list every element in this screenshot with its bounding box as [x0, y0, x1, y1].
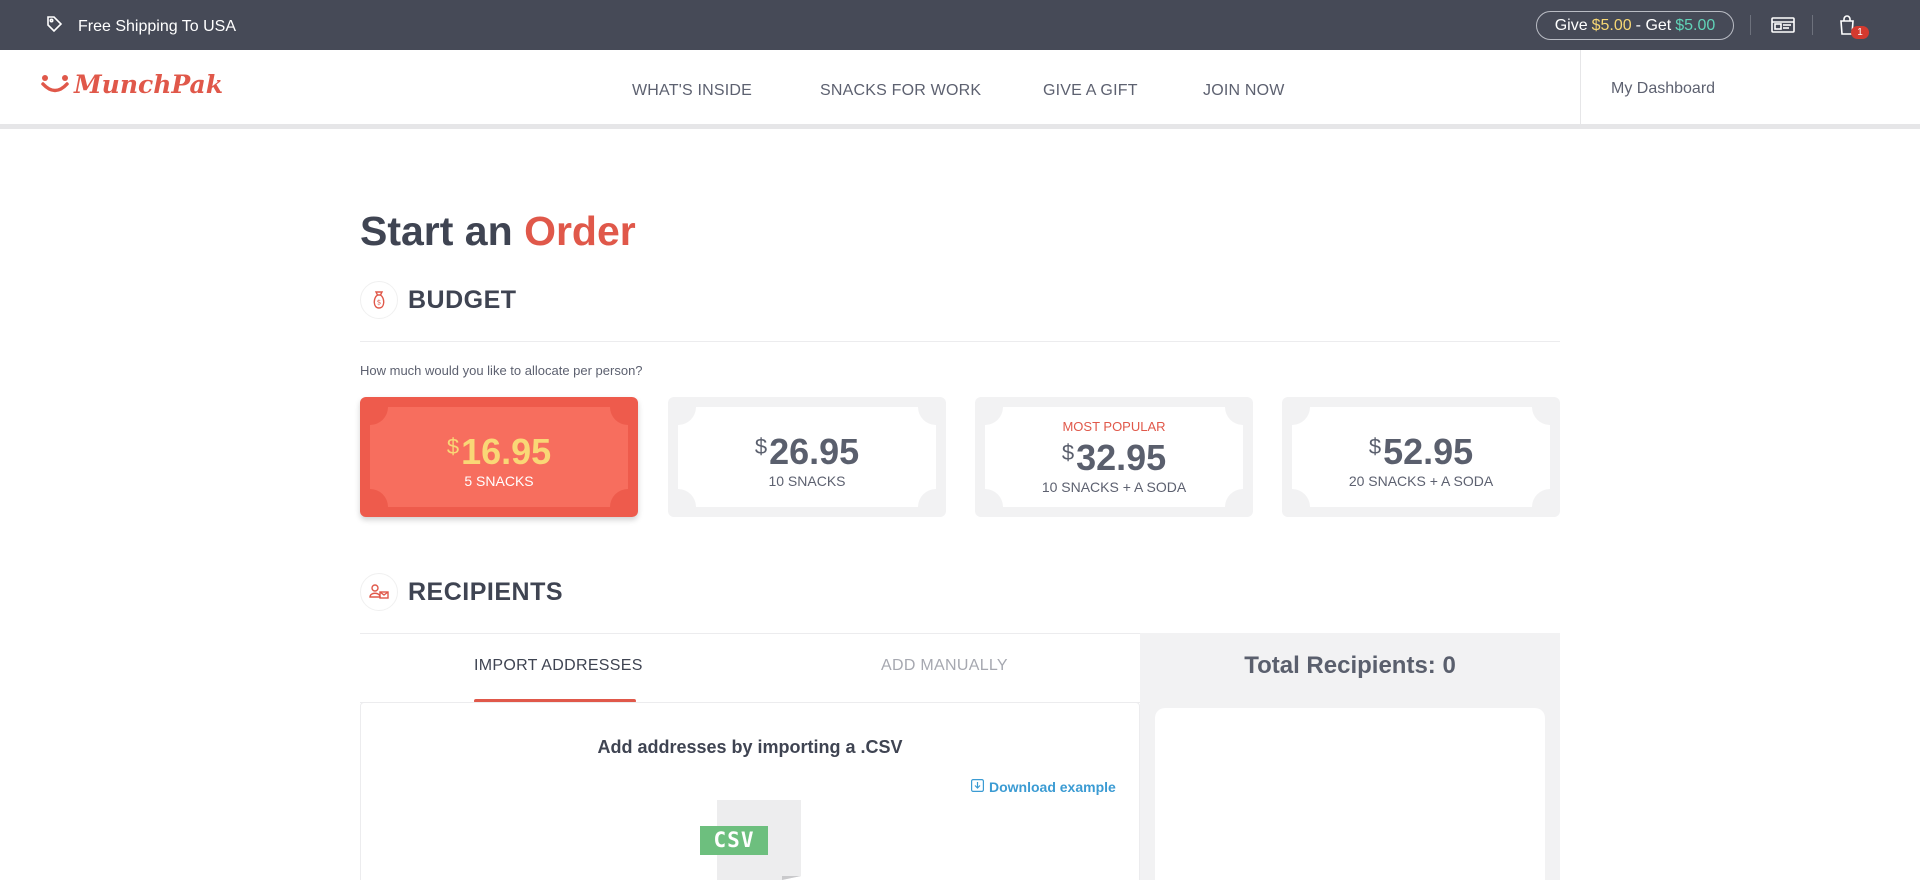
budget-option-card[interactable]: $52.95 20 SNACKS + A SODA — [1282, 397, 1560, 517]
download-example-label: Download example — [989, 779, 1116, 795]
page-title-accent: Order — [524, 208, 636, 254]
topbar-divider — [1750, 15, 1751, 35]
budget-price: $16.95 — [446, 430, 552, 472]
total-recipients-label: Total Recipients: 0 — [1244, 652, 1456, 679]
main-header: MunchPak WHAT'S INSIDE SNACKS FOR WORK G… — [0, 50, 1920, 129]
give-amount: $5.00 — [1591, 16, 1632, 34]
get-amount: $5.00 — [1675, 16, 1716, 34]
logo-text: MunchPak — [74, 70, 224, 99]
get-label: - Get — [1635, 16, 1672, 34]
budget-description: 10 SNACKS + A SODA — [1041, 479, 1187, 495]
budget-price: $26.95 — [754, 430, 860, 472]
budget-option-card[interactable]: $16.95 5 SNACKS — [360, 397, 638, 517]
person-address-icon — [360, 573, 398, 611]
recipients-section-title: RECIPIENTS — [408, 577, 564, 606]
smile-logo-icon — [41, 74, 69, 92]
budget-description: 5 SNACKS — [464, 472, 534, 489]
tab-add-manually[interactable]: ADD MANUALLY — [881, 657, 1008, 675]
import-title: Add addresses by importing a .CSV — [597, 737, 903, 757]
nav-snacks-for-work[interactable]: SNACKS FOR WORK — [820, 82, 981, 100]
budget-option-card[interactable]: MOST POPULAR $32.95 10 SNACKS + A SODA — [975, 397, 1253, 517]
budget-section-title: BUDGET — [408, 285, 517, 314]
budget-question: How much would you like to allocate per … — [360, 363, 643, 378]
csv-file-icon: CSV — [700, 800, 801, 880]
section-divider — [360, 341, 1560, 342]
tag-icon — [44, 14, 64, 39]
cart-count-badge: 1 — [1851, 26, 1869, 39]
free-shipping-text: Free Shipping To USA — [78, 17, 237, 35]
budget-section-header: $ BUDGET — [360, 281, 517, 319]
nav-give-a-gift[interactable]: GIVE A GIFT — [1043, 82, 1138, 100]
svg-text:CSV: CSV — [714, 828, 755, 852]
nav-join-now[interactable]: JOIN NOW — [1203, 82, 1285, 100]
budget-price: $32.95 — [1061, 437, 1167, 478]
munchpak-logo[interactable]: MunchPak — [40, 70, 223, 99]
recipients-list — [1155, 708, 1545, 880]
download-example-link[interactable]: Download example — [971, 779, 1116, 795]
page-title: Start an Order — [360, 208, 636, 255]
budget-description: 20 SNACKS + A SODA — [1348, 472, 1494, 489]
header-divider — [1580, 50, 1581, 128]
nav-whats-inside[interactable]: WHAT'S INSIDE — [632, 82, 752, 100]
budget-option-card[interactable]: $26.95 10 SNACKS — [668, 397, 946, 517]
svg-text:$: $ — [377, 299, 381, 307]
page-title-start: Start an — [360, 208, 513, 254]
recipients-section-header: RECIPIENTS — [360, 573, 563, 611]
free-shipping-notice: Free Shipping To USA — [44, 14, 236, 39]
budget-price: $52.95 — [1368, 430, 1474, 472]
money-bag-icon: $ — [360, 281, 398, 319]
tab-import-addresses[interactable]: IMPORT ADDRESSES — [474, 657, 643, 675]
budget-description: 10 SNACKS — [768, 472, 846, 489]
my-dashboard-link[interactable]: My Dashboard — [1611, 80, 1715, 98]
top-bar: Free Shipping To USA Give $5.00 - Get $5… — [0, 0, 1920, 50]
give-label: Give — [1554, 16, 1588, 34]
id-card-icon[interactable] — [1771, 14, 1795, 36]
download-icon — [971, 779, 985, 795]
topbar-divider — [1812, 15, 1813, 35]
referral-pill[interactable]: Give $5.00 - Get $5.00 — [1536, 11, 1734, 40]
